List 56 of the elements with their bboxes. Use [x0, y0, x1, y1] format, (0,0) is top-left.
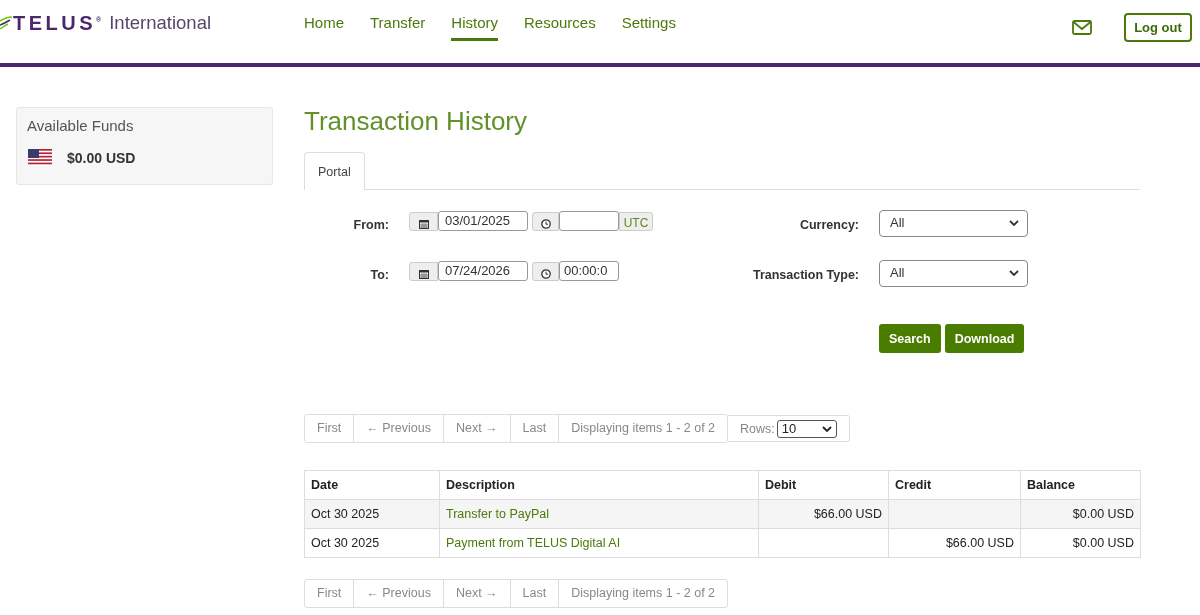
logo-wordmark: TELUS$^{®}$ [13, 11, 102, 35]
time-field[interactable]: 00:00:0 [559, 261, 619, 281]
time-field[interactable] [559, 211, 619, 231]
logout-button[interactable]: Log out [1124, 13, 1192, 42]
nav-link[interactable]: Home [304, 0, 344, 41]
nav-link[interactable]: Settings [621, 0, 676, 41]
column-header: Description [439, 470, 759, 500]
nav-link[interactable]: Transfer [370, 0, 426, 41]
clock-button[interactable] [532, 212, 559, 231]
column-header: Debit [758, 470, 889, 500]
column-header: Credit [888, 470, 1021, 500]
field-label: Transaction Type: [751, 267, 859, 282]
calendar-icon [418, 219, 429, 229]
pager-summary: Displaying items 1 - 2 of 2 [570, 420, 717, 437]
chevron-down-icon [1009, 269, 1019, 276]
calendar-button[interactable] [409, 262, 438, 281]
clock-icon [540, 269, 551, 279]
table-cell: $66.00 USD [888, 528, 1021, 558]
flag-icon [28, 149, 52, 166]
column-header: Date [304, 470, 440, 500]
chevron-down-icon [1009, 219, 1019, 226]
nav-link[interactable]: History [451, 0, 498, 41]
download-button[interactable]: Download [944, 324, 1025, 353]
transaction-link[interactable]: Payment from TELUS Digital AI [446, 536, 621, 550]
chevron-down-icon [821, 425, 832, 432]
logo-subtitle: International [109, 12, 212, 34]
rows-select[interactable]: 10 [776, 419, 837, 438]
search-button[interactable]: Search [879, 324, 941, 353]
field-label: To: [369, 267, 389, 282]
envelope-icon[interactable] [1072, 20, 1092, 35]
currency-select[interactable]: All [879, 210, 1028, 237]
table-cell: $0.00 USD [1020, 499, 1141, 529]
calendar-icon [418, 269, 429, 279]
funds-title: Available Funds [27, 117, 135, 135]
transaction-type-select[interactable]: All [879, 260, 1028, 287]
rows-label: Rows: [740, 421, 775, 436]
field-label: Currency: [798, 217, 859, 232]
table-cell: Oct 30 2025 [304, 499, 440, 529]
nav-link[interactable]: Resources [524, 0, 596, 41]
pager-summary: Displaying items 1 - 2 of 2 [570, 585, 717, 602]
swoosh-icon [0, 16, 12, 30]
clock-button[interactable] [532, 262, 559, 281]
column-header: Balance [1020, 470, 1141, 500]
calendar-button[interactable] [409, 212, 438, 231]
date-field[interactable]: 07/24/2026 [438, 261, 528, 281]
timezone-addon: UTC [619, 212, 653, 231]
page-title: Transaction History [304, 105, 528, 138]
transaction-link[interactable]: Transfer to PayPal [446, 507, 550, 521]
clock-icon [540, 219, 551, 229]
table-cell: $0.00 USD [1020, 528, 1141, 558]
field-label: From: [352, 217, 389, 232]
table-cell: Oct 30 2025 [304, 528, 440, 558]
funds-amount: $0.00 USD [67, 149, 136, 166]
table-cell: $66.00 USD [758, 499, 889, 529]
tab[interactable]: Portal [304, 152, 365, 190]
date-field[interactable]: 03/01/2025 [438, 211, 528, 231]
